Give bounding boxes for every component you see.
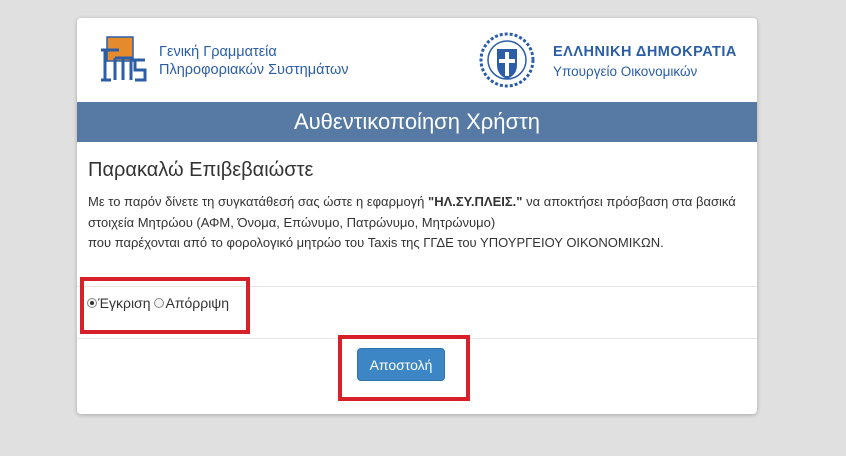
consent-options: Έγκριση Απόρριψη: [87, 295, 229, 311]
republic-name: ΕΛΛΗΝΙΚΗ ΔΗΜΟΚΡΑΤΙΑ Υπουργείο Οικονομικώ…: [553, 42, 737, 82]
consent-text: Με το παρόν δίνετε τη συγκατάθεσή σας ώσ…: [88, 192, 756, 254]
divider: [77, 338, 757, 339]
approve-radio[interactable]: [87, 298, 97, 308]
approve-label[interactable]: Έγκριση: [98, 295, 150, 311]
app-name: "ΗΛ.ΣΥ.ΠΛΕΙΣ.": [428, 194, 523, 209]
greek-emblem-icon: [479, 32, 535, 88]
divider: [77, 286, 757, 287]
consent-heading: Παρακαλώ Επιβεβαιώστε: [88, 159, 314, 181]
page-title: Αυθεντικοποίηση Χρήστη: [77, 102, 757, 142]
consent-text-part1: Με το παρόν δίνετε τη συγκατάθεσή σας ώσ…: [88, 194, 429, 209]
submit-button[interactable]: Αποστολή: [357, 348, 445, 381]
consent-text-line3: που παρέχονται από το φορολογικό μητρώο …: [88, 235, 664, 250]
ministry-name: Υπουργείο Οικονομικών: [553, 64, 698, 79]
gsis-logo-icon: [101, 36, 147, 82]
reject-radio[interactable]: [154, 298, 165, 308]
gsis-org-name: Γενική Γραμματεία Πληροφοριακών Συστημάτ…: [159, 43, 349, 79]
header: Γενική Γραμματεία Πληροφοριακών Συστημάτ…: [77, 18, 757, 102]
gsis-line2: Πληροφοριακών Συστημάτων: [159, 62, 349, 78]
auth-card: Γενική Γραμματεία Πληροφοριακών Συστημάτ…: [77, 18, 757, 414]
reject-label[interactable]: Απόρριψη: [165, 295, 229, 311]
republic-line1: ΕΛΛΗΝΙΚΗ ΔΗΜΟΚΡΑΤΙΑ: [553, 44, 737, 60]
gsis-line1: Γενική Γραμματεία: [159, 44, 277, 60]
